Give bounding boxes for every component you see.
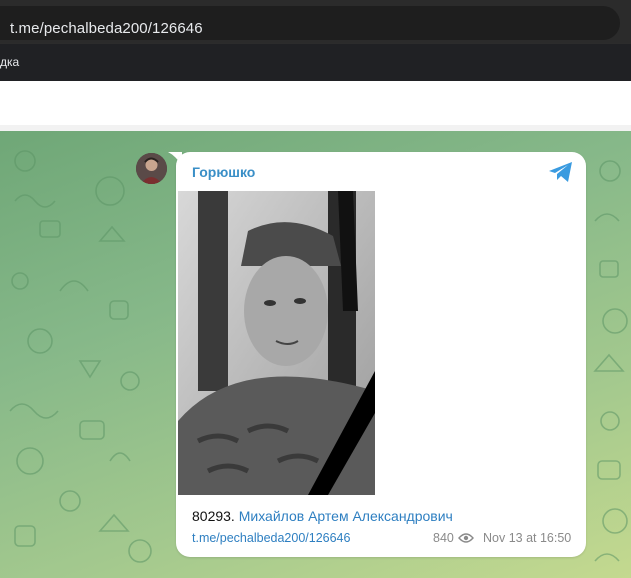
portrait-image xyxy=(178,191,375,495)
eye-icon xyxy=(458,533,474,543)
caption-number: 80293. xyxy=(192,508,235,524)
view-count: 840 xyxy=(433,531,454,545)
message-photo[interactable] xyxy=(178,191,375,495)
message-caption: 80293. Михайлов Артем Александрович xyxy=(192,508,453,524)
telegram-icon[interactable] xyxy=(548,161,574,183)
bookmarks-bar: дка xyxy=(0,43,631,82)
browser-address-bar: t.me/pechalbeda200/126646 xyxy=(0,0,631,43)
avatar-image xyxy=(136,153,167,184)
caption-name-link[interactable]: Михайлов Артем Александрович xyxy=(239,508,453,524)
author-avatar[interactable] xyxy=(136,153,167,184)
post-timestamp: Nov 13 at 16:50 xyxy=(483,531,572,545)
url-text[interactable]: t.me/pechalbeda200/126646 xyxy=(10,20,203,37)
bookmark-item[interactable]: дка xyxy=(0,55,19,69)
post-link[interactable]: t.me/pechalbeda200/126646 xyxy=(192,531,350,545)
page-header xyxy=(0,81,631,132)
author-name[interactable]: Горюшко xyxy=(192,164,255,180)
url-field[interactable]: t.me/pechalbeda200/126646 xyxy=(0,6,620,40)
